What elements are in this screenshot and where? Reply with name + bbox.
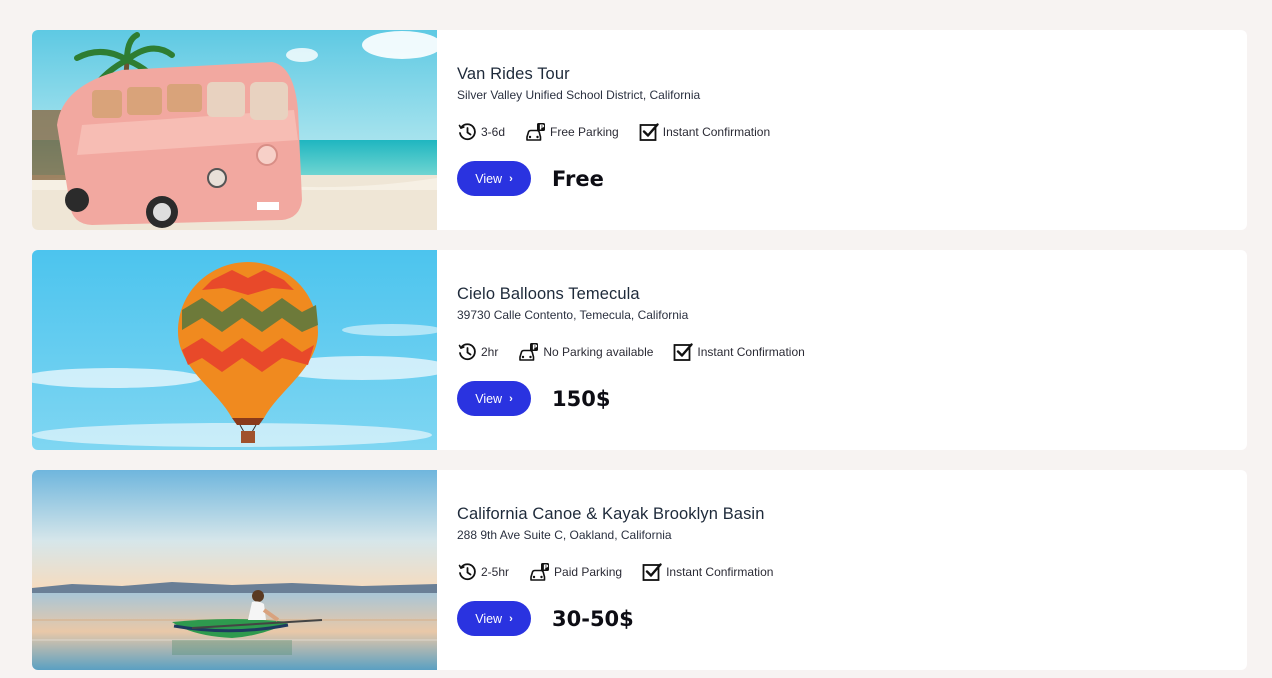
listing-actions: View › 30-50$ [457,601,1247,636]
listing-price: Free [552,166,604,191]
checkbox-icon [673,342,694,362]
listing-price: 150$ [552,386,611,411]
listing-actions: View › Free [457,161,1247,196]
view-button[interactable]: View › [457,381,531,416]
listing-features: 2-5hr P Paid Parking Instant Confirmatio… [457,561,1247,583]
duration-text: 2hr [481,345,499,359]
confirmation-feature: Instant Confirmation [639,122,770,142]
view-button[interactable]: View › [457,601,531,636]
duration-text: 2-5hr [481,565,510,579]
listing-card: Cielo Balloons Temecula 39730 Calle Cont… [32,250,1247,450]
clock-icon [457,122,477,142]
confirmation-feature: Instant Confirmation [673,342,805,362]
listing-address: Silver Valley Unified School District, C… [457,88,701,102]
view-button-label: View [475,391,503,406]
listing-title[interactable]: Cielo Balloons Temecula [457,284,1247,304]
listing-body: Van Rides Tour Silver Valley Unified Sch… [437,30,1247,230]
listing-image-balloon[interactable] [32,250,437,450]
duration-feature: 2-5hr [457,562,509,582]
parking-feature: P Paid Parking [529,562,622,582]
kayak-image [32,470,437,670]
checkbox-icon [639,122,659,142]
listing-body: California Canoe & Kayak Brooklyn Basin … [437,470,1247,670]
van-image [32,30,437,230]
car-parking-icon: P [529,562,551,582]
clock-icon [457,562,477,582]
listing-body: Cielo Balloons Temecula 39730 Calle Cont… [437,250,1247,450]
parking-text: Paid Parking [554,565,623,579]
clock-icon [457,342,477,362]
chevron-right-icon: › [509,392,513,405]
listing-card: California Canoe & Kayak Brooklyn Basin … [32,470,1247,670]
svg-text:P: P [543,564,548,572]
car-parking-icon: P [525,122,547,142]
listing-image-van[interactable] [32,30,437,230]
duration-feature: 3-6d [457,122,505,142]
svg-text:P: P [533,344,538,352]
confirmation-text: Instant Confirmation [666,565,774,579]
listing-address: 288 9th Ave Suite C, Oakland, California [457,528,672,542]
confirmation-text: Instant Confirmation [697,345,805,359]
balloon-image [32,250,437,450]
view-button[interactable]: View › [457,161,531,196]
parking-text: Free Parking [550,125,619,139]
svg-text:P: P [539,124,544,132]
parking-feature: P No Parking available [518,342,653,362]
confirmation-text: Instant Confirmation [662,125,771,139]
checkbox-icon [642,562,662,582]
chevron-right-icon: › [509,172,513,185]
car-parking-icon: P [518,342,540,362]
duration-feature: 2hr [457,342,498,362]
listing-features: 2hr P No Parking available Instant Confi… [457,341,1247,363]
view-button-label: View [475,611,503,626]
view-button-label: View [475,171,503,186]
listing-price: 30-50$ [552,606,634,631]
listing-card: Van Rides Tour Silver Valley Unified Sch… [32,30,1247,230]
duration-text: 3-6d [481,125,506,139]
parking-feature: P Free Parking [525,122,619,142]
listing-image-kayak[interactable] [32,470,437,670]
listing-title[interactable]: Van Rides Tour [457,64,1247,84]
parking-text: No Parking available [543,345,654,359]
listing-title[interactable]: California Canoe & Kayak Brooklyn Basin [457,504,1247,524]
chevron-right-icon: › [509,612,513,625]
confirmation-feature: Instant Confirmation [642,562,773,582]
listing-actions: View › 150$ [457,381,1247,416]
listing-features: 3-6d P Free Parking Instant Confirmation [457,121,1247,143]
listing-address: 39730 Calle Contento, Temecula, Californ… [457,308,689,322]
